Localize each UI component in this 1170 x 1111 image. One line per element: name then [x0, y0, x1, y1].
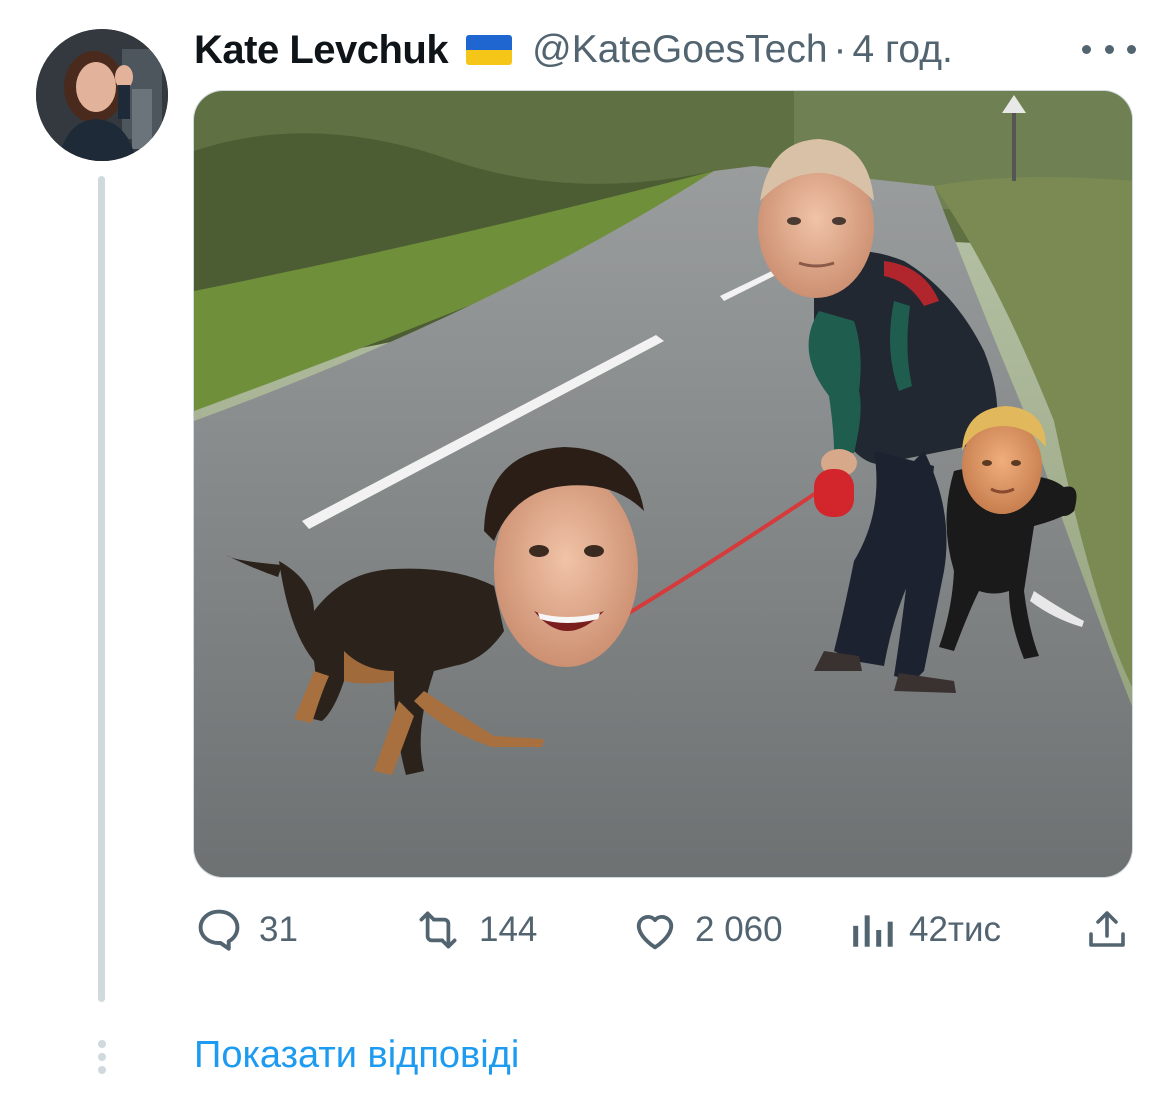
reply-button[interactable]: 31	[193, 900, 298, 960]
author-avatar[interactable]	[36, 29, 168, 161]
share-upload-icon	[1089, 911, 1125, 947]
more-dots-icon[interactable]	[1082, 36, 1136, 62]
retweet-icon	[419, 911, 457, 949]
ukraine-flag-icon	[466, 35, 513, 65]
header-separator: ·	[833, 28, 847, 71]
like-button[interactable]: 2 060	[629, 900, 783, 960]
retweet-count: 144	[479, 910, 538, 949]
heart-icon	[636, 914, 674, 950]
tweet-action-bar: 31 144 2 060 42тис	[193, 900, 1138, 960]
tweet-media-image[interactable]	[193, 90, 1133, 878]
thread-collapsed-dots	[96, 1040, 108, 1076]
views-bar-chart-icon	[853, 915, 893, 947]
views-button[interactable]: 42тис	[849, 900, 1001, 960]
show-replies-link[interactable]: Показати відповіді	[194, 1034, 519, 1077]
thread-connector-line	[98, 176, 105, 1002]
comment-icon	[198, 909, 240, 951]
like-count: 2 060	[695, 910, 783, 949]
author-display-name[interactable]: Kate Levchuk	[194, 28, 449, 73]
views-count: 42тис	[909, 910, 1002, 949]
reply-count: 31	[259, 910, 298, 949]
tweet-timestamp[interactable]: 4 год.	[853, 28, 953, 72]
author-handle[interactable]: @KateGoesTech	[532, 28, 827, 72]
retweet-button[interactable]: 144	[411, 900, 537, 960]
share-button[interactable]	[1083, 900, 1131, 960]
tweet-header: Kate Levchuk @KateGoesTech · 4 год.	[194, 22, 1154, 78]
